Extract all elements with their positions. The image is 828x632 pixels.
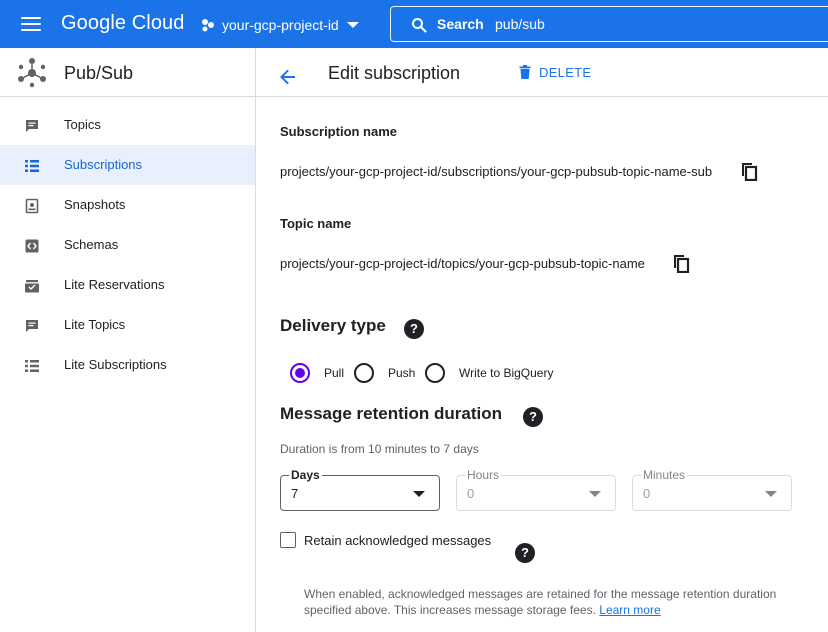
topic-name-label: Topic name: [280, 216, 352, 231]
sidebar: Pub/Sub Topics Subscriptions Snapshots S…: [0, 48, 256, 632]
retain-acked-label: Retain acknowledged messages: [304, 533, 492, 548]
search-bar[interactable]: Search: [390, 6, 828, 42]
sidebar-item-lite-subscriptions[interactable]: Lite Subscriptions: [0, 345, 255, 385]
subscription-name-value: projects/your-gcp-project-id/subscriptio…: [280, 164, 713, 179]
retain-acked-checkbox[interactable]: [280, 532, 296, 548]
chevron-down-icon: [413, 491, 425, 497]
sidebar-item-label: Subscriptions: [64, 157, 143, 172]
delete-label: DELETE: [539, 64, 592, 80]
topic-name-value: projects/your-gcp-project-id/topics/your…: [280, 256, 645, 271]
days-select[interactable]: Days 7: [280, 468, 440, 511]
sidebar-item-snapshots[interactable]: Snapshots: [0, 185, 255, 225]
sidebar-item-lite-topics[interactable]: Lite Topics: [0, 305, 255, 345]
sidebar-header: Pub/Sub: [0, 48, 255, 97]
delete-button[interactable]: DELETE: [518, 62, 591, 82]
minutes-label: Minutes: [641, 468, 688, 482]
sidebar-item-label: Topics: [64, 117, 101, 132]
topics-icon: [26, 120, 38, 132]
retention-description-text: When enabled, acknowledged messages are …: [304, 587, 777, 617]
sidebar-item-lite-reservations[interactable]: Lite Reservations: [0, 265, 255, 305]
days-label: Days: [289, 468, 322, 482]
radio-bigquery-label: Write to BigQuery: [459, 366, 554, 380]
subscription-name-label: Subscription name: [280, 124, 398, 139]
radio-push[interactable]: [354, 363, 374, 383]
learn-more-link[interactable]: Learn more: [599, 603, 660, 617]
retention-title: Message retention duration: [280, 404, 502, 423]
copy-icon[interactable]: [740, 161, 758, 181]
chevron-down-icon: [765, 491, 777, 497]
sidebar-item-label: Schemas: [64, 237, 119, 252]
sidebar-item-label: Lite Topics: [64, 317, 126, 332]
subscriptions-icon: [25, 160, 39, 172]
radio-push-label: Push: [388, 366, 416, 380]
radio-pull[interactable]: [290, 363, 310, 383]
delivery-type-title: Delivery type: [280, 316, 386, 335]
search-label: Search: [437, 16, 484, 32]
retention-description: When enabled, acknowledged messages are …: [304, 586, 804, 618]
sidebar-title: Pub/Sub: [64, 63, 134, 83]
arrow-back-icon[interactable]: [279, 68, 297, 86]
help-icon[interactable]: ?: [523, 407, 543, 427]
hours-select[interactable]: Hours 0: [456, 468, 616, 511]
schemas-icon: [25, 239, 39, 253]
lite-subscriptions-icon: [25, 360, 39, 372]
page-header: Edit subscription DELETE: [256, 48, 828, 97]
menu-icon[interactable]: [21, 17, 41, 31]
google-cloud-logo[interactable]: Google Cloud: [61, 12, 185, 35]
lite-reservations-icon: [25, 280, 39, 293]
days-value: 7: [291, 486, 299, 501]
radio-write-to-bigquery[interactable]: [425, 363, 445, 383]
project-selector[interactable]: your-gcp-project-id: [200, 14, 359, 36]
sidebar-item-label: Lite Reservations: [64, 277, 165, 292]
project-icon: [202, 19, 214, 32]
search-input[interactable]: [495, 13, 795, 35]
sidebar-item-subscriptions[interactable]: Subscriptions: [0, 145, 255, 185]
chevron-down-icon: [589, 491, 601, 497]
project-name: your-gcp-project-id: [222, 17, 339, 33]
search-icon: [412, 18, 427, 33]
hours-label: Hours: [465, 468, 502, 482]
top-app-bar: Google Cloud your-gcp-project-id Search: [0, 0, 828, 48]
copy-icon[interactable]: [672, 253, 690, 273]
hours-value: 0: [467, 486, 475, 501]
minutes-value: 0: [643, 486, 651, 501]
minutes-select[interactable]: Minutes 0: [632, 468, 792, 511]
chevron-down-icon: [346, 22, 359, 28]
retention-hint: Duration is from 10 minutes to 7 days: [280, 442, 479, 456]
pubsub-icon: [18, 58, 46, 88]
sidebar-item-schemas[interactable]: Schemas: [0, 225, 255, 265]
sidebar-item-label: Lite Subscriptions: [64, 357, 167, 372]
snapshots-icon: [25, 198, 39, 214]
sidebar-item-topics[interactable]: Topics: [0, 105, 255, 145]
help-icon[interactable]: ?: [515, 543, 535, 563]
radio-pull-label: Pull: [324, 366, 345, 380]
help-icon[interactable]: ?: [404, 319, 424, 339]
page-title: Edit subscription: [328, 63, 461, 83]
lite-topics-icon: [26, 320, 38, 332]
trash-icon: [519, 65, 531, 79]
sidebar-item-label: Snapshots: [64, 197, 126, 212]
